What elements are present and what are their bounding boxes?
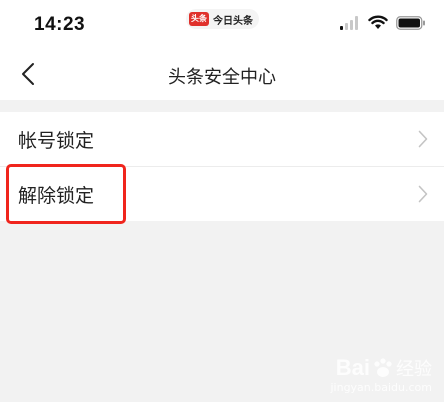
chevron-right-icon [418, 185, 428, 203]
nav-bar: 头条安全中心 [0, 48, 444, 100]
wifi-icon [368, 15, 388, 29]
paw-icon [374, 358, 392, 377]
menu-list: 帐号锁定 解除锁定 [0, 112, 444, 221]
status-time: 14:23 [34, 14, 86, 35]
page-title: 头条安全中心 [168, 67, 276, 88]
status-bar: 14:23 头条 今日头条 [0, 0, 444, 48]
signal-icon [340, 15, 358, 30]
watermark-url: jingyan.baidu.com [330, 381, 432, 394]
menu-item-label: 帐号锁定 [18, 130, 95, 152]
menu-item-label: 解除锁定 [18, 185, 95, 207]
toutiao-logo-icon: 头条 [189, 12, 209, 26]
chevron-right-icon [418, 130, 428, 148]
menu-item-unlock[interactable]: 解除锁定 [0, 166, 444, 221]
watermark-brand: Bai [335, 355, 370, 380]
battery-icon [396, 15, 425, 30]
menu-item-account-lock[interactable]: 帐号锁定 [0, 112, 444, 166]
app-badge-name: 今日头条 [213, 15, 253, 27]
watermark-brand-suffix: 经验 [396, 359, 432, 380]
app-badge[interactable]: 头条 今日头条 [186, 9, 259, 29]
watermark: Bai 经验 jingyan.baidu.com [330, 355, 432, 394]
status-icons [340, 15, 426, 30]
